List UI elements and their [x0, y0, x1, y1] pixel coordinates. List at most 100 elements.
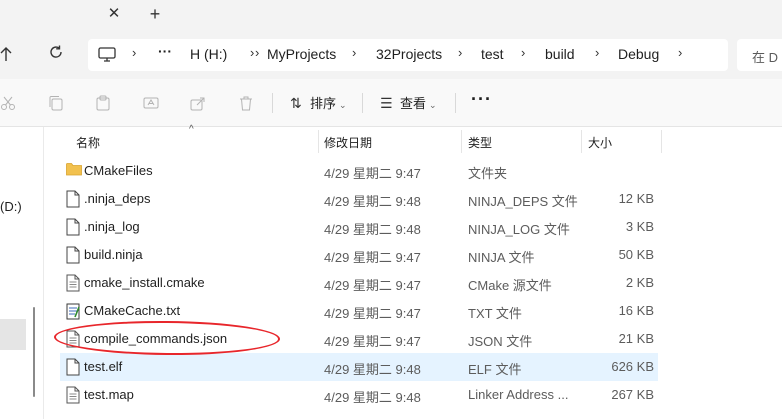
breadcrumb-separator[interactable]: › [458, 45, 462, 60]
breadcrumb-item-32projects[interactable]: 32Projects [376, 46, 442, 62]
sort-ascending-icon: ^ [189, 124, 194, 135]
file-type: Linker Address ... [468, 387, 569, 402]
file-name: test.map [84, 387, 134, 402]
breadcrumb-overflow[interactable]: ··· [158, 43, 172, 59]
close-tab-icon[interactable]: ✕ [106, 6, 122, 22]
file-row[interactable]: .ninja_deps 4/29 星期二 9:48 NINJA_DEPS 文件 12 … [60, 185, 658, 213]
file-date-modified: 4/29 星期二 9:48 [324, 362, 421, 377]
file-name: test.elf [84, 359, 123, 374]
column-header-type[interactable]: 类型 [468, 134, 492, 151]
file-name: build.ninja [84, 247, 143, 262]
breadcrumb-item-myprojects[interactable]: MyProjects [267, 46, 336, 62]
file-type: NINJA_DEPS 文件 [468, 194, 578, 209]
breadcrumb-separator[interactable]: › [521, 45, 525, 60]
file-explorer-window: ✕ + › ··· › H (H:) › MyProjects › 32Proj… [0, 0, 782, 419]
view-button[interactable]: ☰ 查看 ⌄ [380, 93, 437, 113]
address-row: › ··· › H (H:) › MyProjects › 32Projects… [0, 31, 782, 79]
sort-label: 排序 [310, 96, 337, 111]
file-size: 626 KB [611, 359, 654, 374]
search-input[interactable]: 在 D [737, 39, 782, 71]
file-type: NINJA_LOG 文件 [468, 222, 570, 237]
file-name: CMakeCache.txt [84, 303, 181, 318]
file-date-modified: 4/29 星期二 9:47 [324, 166, 421, 181]
file-name: .ninja_deps [84, 191, 151, 206]
refresh-icon[interactable] [47, 44, 65, 62]
computer-icon[interactable] [98, 47, 116, 68]
file-date-modified: 4/29 星期二 9:47 [324, 278, 421, 293]
notepad-file-icon [66, 302, 80, 320]
tab-strip: ✕ + [0, 0, 782, 31]
file-date-modified: 4/29 星期二 9:47 [324, 334, 421, 349]
file-type: JSON 文件 [468, 334, 533, 349]
file-row[interactable]: test.elf 4/29 星期二 9:48 ELF 文件 626 KB [60, 353, 658, 381]
up-arrow-icon[interactable] [0, 46, 14, 64]
column-divider[interactable] [661, 130, 662, 153]
file-row[interactable]: build.ninja 4/29 星期二 9:47 NINJA 文件 50 KB [60, 241, 658, 269]
column-header-size[interactable]: 大小 [588, 134, 612, 151]
breadcrumb-separator[interactable]: › [255, 45, 259, 60]
file-date-modified: 4/29 星期二 9:48 [324, 390, 421, 405]
sort-button[interactable]: ⇅ 排序 ⌄ [290, 93, 347, 113]
file-size: 50 KB [618, 247, 654, 262]
file-size: 267 KB [611, 387, 654, 402]
breadcrumb-item-test[interactable]: test [481, 46, 504, 62]
file-row[interactable]: CMakeFiles 4/29 星期二 9:47 文件夹 [60, 157, 658, 185]
column-divider[interactable] [318, 130, 319, 153]
file-size: 12 KB [618, 191, 654, 206]
breadcrumb-separator[interactable]: › [352, 45, 356, 60]
search-placeholder: 在 D [752, 50, 779, 65]
share-icon[interactable] [190, 95, 206, 111]
file-date-modified: 4/29 星期二 9:48 [324, 194, 421, 209]
view-icon: ☰ [380, 95, 393, 111]
breadcrumb-item-build[interactable]: build [545, 46, 575, 62]
command-divider [362, 93, 363, 113]
cut-icon[interactable] [0, 95, 16, 111]
address-bar[interactable]: › ··· › H (H:) › MyProjects › 32Projects… [88, 39, 728, 71]
column-divider[interactable] [581, 130, 582, 153]
sidebar-item-drive-d[interactable]: (D:) [0, 199, 22, 214]
file-name: cmake_install.cmake [84, 275, 205, 290]
file-size: 16 KB [618, 303, 654, 318]
file-name: .ninja_log [84, 219, 140, 234]
copy-icon[interactable] [48, 95, 64, 111]
file-type: NINJA 文件 [468, 250, 535, 265]
delete-icon[interactable] [238, 95, 254, 111]
breadcrumb-item-debug[interactable]: Debug [618, 46, 659, 62]
text-file-icon [66, 274, 80, 292]
more-options-button[interactable]: ··· [471, 89, 492, 110]
file-row[interactable]: cmake_install.cmake 4/29 星期二 9:47 CMake 源文… [60, 269, 658, 297]
column-divider[interactable] [461, 130, 462, 153]
chevron-down-icon: ⌄ [339, 100, 347, 110]
file-name: CMakeFiles [84, 163, 153, 178]
file-type: 文件夹 [468, 166, 508, 181]
text-file-icon [66, 386, 80, 404]
file-icon [66, 218, 80, 236]
column-header-row: ^ 名称 修改日期 类型 大小 [44, 124, 782, 155]
file-date-modified: 4/29 星期二 9:47 [324, 306, 421, 321]
command-divider [455, 93, 456, 113]
navigation-pane: (D:) [0, 127, 44, 419]
new-tab-icon[interactable]: + [146, 5, 164, 23]
file-type: ELF 文件 [468, 362, 522, 377]
file-date-modified: 4/29 星期二 9:47 [324, 250, 421, 265]
rename-icon[interactable] [143, 95, 159, 111]
breadcrumb-separator[interactable]: › [132, 45, 136, 60]
column-header-name[interactable]: 名称 [76, 134, 100, 151]
file-icon [66, 358, 80, 376]
file-row[interactable]: .ninja_log 4/29 星期二 9:48 NINJA_LOG 文件 3 KB [60, 213, 658, 241]
breadcrumb-item-drive[interactable]: H (H:) [190, 46, 227, 62]
file-row[interactable]: test.map 4/29 星期二 9:48 Linker Address ... 2… [60, 381, 658, 409]
command-bar: ⇅ 排序 ⌄ ☰ 查看 ⌄ ··· [0, 79, 782, 127]
breadcrumb-separator[interactable]: › [250, 45, 254, 60]
file-type: CMake 源文件 [468, 278, 552, 293]
sidebar-item-selected[interactable] [0, 319, 26, 350]
paste-icon[interactable] [95, 95, 111, 111]
breadcrumb-separator[interactable]: › [678, 45, 682, 60]
command-divider [272, 93, 273, 113]
file-size: 3 KB [625, 219, 654, 234]
column-header-date[interactable]: 修改日期 [324, 134, 372, 151]
file-date-modified: 4/29 星期二 9:48 [324, 222, 421, 237]
sidebar-scrollbar[interactable] [33, 307, 35, 397]
breadcrumb-separator[interactable]: › [595, 45, 599, 60]
pane-divider[interactable] [43, 127, 44, 419]
